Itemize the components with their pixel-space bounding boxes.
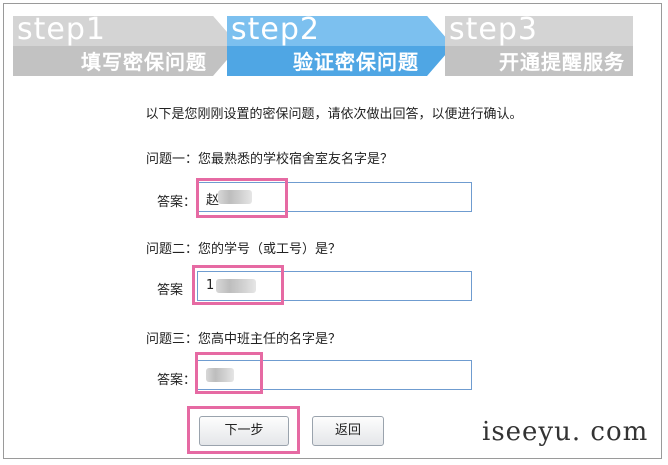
step-1-number: step1 [17,14,106,47]
next-button-highlight [187,406,300,454]
question-1: 问题一：您最熟悉的学校宿舍室友名字是？ [146,152,394,167]
step-progress-banner: step1 填写密保问题 step2 验证密保问题 step3 开通提醒服务 [13,14,633,78]
step-2-name: 验证密保问题 [293,50,419,74]
answer-3-label: 答案： [157,373,197,388]
back-button[interactable]: 返回 [312,416,384,446]
answer-1-label: 答案： [157,195,197,210]
question-2: 问题二：您的学号（或工号）是？ [146,242,342,257]
question-3: 问题三：您高中班主任的名字是？ [146,332,342,347]
answer-2-highlight [192,265,284,305]
step-1-tab: step1 填写密保问题 [13,14,241,78]
answer-1-highlight [196,178,288,218]
watermark-text: iseeyu. com [482,417,649,447]
step-1-name: 填写密保问题 [81,50,207,74]
step-2-tab: step2 验证密保问题 [227,14,455,78]
step-3-tab: step3 开通提醒服务 [445,14,635,78]
intro-text: 以下是您刚刚设置的密保问题，请依次做出回答，以便进行确认。 [145,107,523,122]
answer-3-highlight [195,352,263,394]
step-2-number: step2 [231,14,320,47]
answer-2-label: 答案 [157,283,184,298]
step-3-number: step3 [449,14,538,47]
step-3-name: 开通提醒服务 [499,50,625,74]
